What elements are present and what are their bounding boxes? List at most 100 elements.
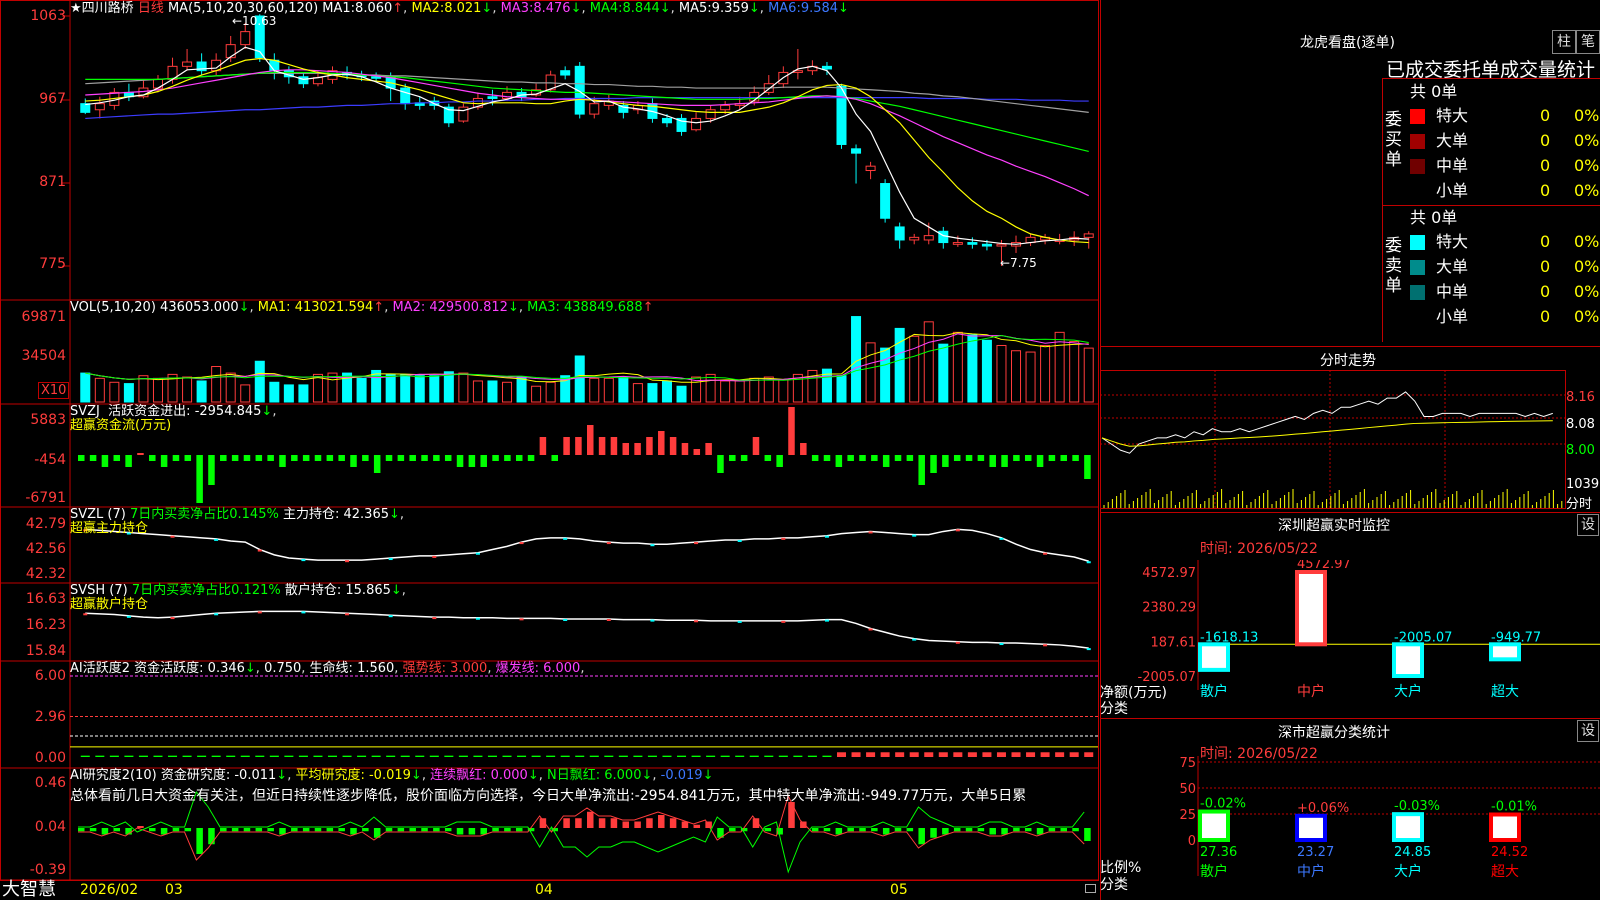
ai-active-bar	[909, 752, 919, 757]
buy-total: 共 0单	[1410, 82, 1458, 101]
ai-active-bar	[662, 755, 672, 757]
ai-active-bar	[880, 752, 890, 757]
ai-active-bar	[764, 755, 774, 757]
volume-bar	[880, 347, 891, 403]
ai-active-bar	[793, 755, 803, 757]
svzj-bar	[788, 407, 795, 455]
research-bar	[989, 828, 996, 835]
low-marker: ←7.75	[1000, 256, 1037, 270]
svzj-bar	[942, 455, 949, 467]
svzj-bar	[551, 455, 558, 461]
volume-bar	[123, 383, 134, 403]
monitor-bar-label: 4572.97	[1297, 560, 1351, 572]
research-bar	[362, 828, 369, 832]
intraday-chart[interactable]	[1100, 370, 1600, 512]
volume-bar	[894, 327, 905, 403]
svzl-line-mark	[694, 542, 699, 545]
stats-change-label: -0.03%	[1394, 799, 1440, 814]
monitor-y-tick: 4572.97	[1142, 566, 1196, 581]
intraday-vol-unit: 分时	[1566, 497, 1593, 512]
svzj-bar	[421, 455, 428, 461]
ai-active-bar	[938, 752, 948, 757]
volume-bar	[356, 377, 367, 403]
volume-header: VOL(5,10,20) 436053.000↓, MA1: 413021.59…	[70, 300, 654, 315]
ai-active-bar	[342, 755, 352, 757]
svzj-bar	[823, 455, 831, 461]
ai-active-bar	[255, 755, 265, 757]
dragon-row-volume: 0	[1540, 232, 1551, 251]
svzj-bar	[255, 455, 263, 461]
stats-bar	[1198, 809, 1230, 842]
research-bar	[1048, 828, 1056, 832]
svzj-bar	[610, 437, 618, 455]
candle-body	[487, 96, 498, 99]
svzj-bar	[385, 455, 393, 461]
ai-active-bar	[822, 755, 832, 757]
svsh-line-mark	[824, 619, 829, 622]
svzj-bar	[705, 443, 712, 455]
research-bar	[575, 818, 582, 828]
ai-active-bar	[531, 755, 541, 757]
stats-settings-button[interactable]: 设	[1577, 720, 1599, 742]
svsh-line-mark	[475, 617, 480, 620]
volume-bar	[574, 355, 585, 403]
volume-bar	[1040, 344, 1051, 403]
ai-active-bar	[778, 755, 788, 757]
svzj-bar	[504, 455, 511, 461]
candle-body	[371, 76, 382, 79]
candle-body	[240, 31, 251, 46]
monitor-settings-button[interactable]: 设	[1577, 514, 1599, 536]
stats-y-tick: 0	[1188, 834, 1196, 849]
tick-mode-button[interactable]: 笔	[1576, 30, 1600, 54]
ai-active-bar	[1055, 752, 1065, 757]
volume-unit-badge[interactable]: X10	[38, 382, 70, 399]
research-bar	[1013, 828, 1020, 832]
volume-bar	[1054, 331, 1065, 403]
dragon-row-percent: 0%	[1574, 307, 1600, 326]
main-chart-area[interactable]	[0, 0, 1100, 900]
dragon-row-percent: 0%	[1574, 282, 1600, 301]
research-bar	[350, 828, 357, 835]
candle-body	[894, 226, 905, 241]
svzj-bar	[575, 437, 582, 455]
research-bar	[859, 828, 866, 832]
ai-active-bar	[269, 755, 279, 757]
lock-icon[interactable]	[1085, 884, 1096, 893]
volume-bar	[429, 375, 440, 403]
ai-research-y-label: -0.39	[29, 862, 66, 878]
column-mode-button[interactable]: 柱	[1552, 30, 1576, 54]
ma-line	[85, 57, 1089, 244]
volume-ma-line	[85, 335, 1089, 381]
volume-bar	[516, 376, 527, 403]
research-bar	[421, 828, 428, 832]
ai-active-bar	[371, 755, 381, 757]
svzj-bar	[539, 437, 547, 455]
research-bar	[930, 828, 937, 838]
svzj-bar	[172, 455, 180, 461]
volume-bar	[749, 377, 760, 403]
research-bar	[468, 828, 476, 835]
research-bar	[871, 828, 878, 832]
svsh-line-mark	[83, 613, 88, 616]
dragon-row-percent: 0%	[1574, 232, 1600, 251]
volume-bar	[94, 377, 105, 403]
svsh-line-mark	[563, 618, 568, 621]
ai-active-bar	[1026, 752, 1036, 757]
candle-body	[880, 183, 891, 219]
volume-bar	[545, 381, 556, 403]
svzl-line-mark	[388, 558, 393, 561]
volume-bar	[458, 372, 469, 403]
candle-body	[589, 103, 600, 115]
stats-value-label: 23.27	[1297, 845, 1334, 860]
stats-top-border	[1100, 718, 1600, 719]
stock-name[interactable]: 四川路桥	[82, 1, 134, 16]
research-bar	[267, 828, 274, 832]
volume-bar	[443, 371, 454, 403]
svsh-line-mark	[1043, 644, 1048, 647]
svzj-bar	[208, 455, 215, 485]
svzj-bars	[78, 407, 1091, 503]
volume-bar	[1025, 351, 1036, 403]
dragon-row-volume: 0	[1540, 181, 1551, 200]
svzl-line-mark	[563, 537, 568, 540]
stats-category: 大户	[1394, 863, 1422, 880]
